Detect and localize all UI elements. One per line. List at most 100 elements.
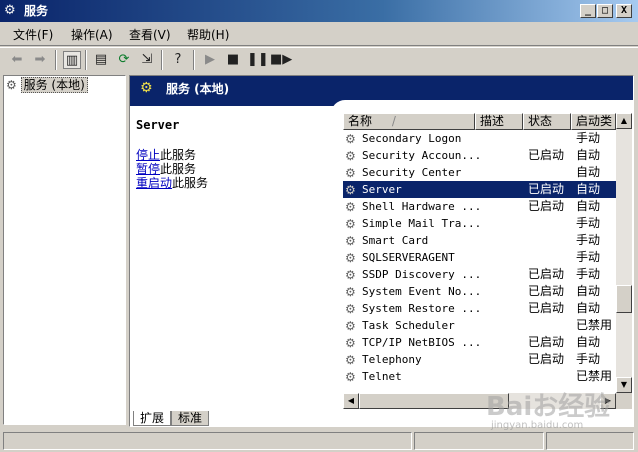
- console-tree: [3, 75, 126, 425]
- service-name-cell: Shell Hardware ...: [362, 200, 482, 213]
- pause-suffix: 此服务: [160, 162, 197, 176]
- scroll-left-arrow-icon[interactable]: ◀: [343, 393, 359, 409]
- scroll-down-arrow-icon[interactable]: ▼: [616, 377, 632, 393]
- service-row[interactable]: ⚙ TCP/IP NetBIOS ... 已启动 自动: [343, 334, 616, 351]
- back-arrow-icon[interactable]: ⬅: [8, 51, 26, 69]
- show-tree-icon[interactable]: ▥: [63, 51, 81, 69]
- column-header-status[interactable]: 状态: [523, 113, 571, 130]
- pause-service-icon[interactable]: ❚❚: [247, 51, 269, 69]
- minimize-button[interactable]: _: [580, 4, 596, 18]
- tree-item-services-local[interactable]: ⚙ 服务 (本地): [6, 77, 88, 93]
- service-gear-icon: ⚙: [345, 234, 356, 248]
- menu-action[interactable]: 操作(A): [71, 27, 113, 43]
- service-name-cell: Security Center: [362, 166, 462, 179]
- tab-standard[interactable]: 标准: [171, 411, 210, 426]
- restart-suffix: 此服务: [172, 176, 209, 190]
- refresh-icon[interactable]: ⟳: [115, 51, 133, 69]
- service-row[interactable]: ⚙ System Restore ... 已启动 自动: [343, 300, 616, 317]
- service-row[interactable]: ⚙ Simple Mail Tra... 手动: [343, 215, 616, 232]
- service-row[interactable]: ⚙ Secondary Logon 手动: [343, 130, 616, 147]
- scroll-up-arrow-icon[interactable]: ▲: [616, 113, 632, 129]
- service-startup-cell: 自动: [576, 148, 601, 162]
- forward-arrow-icon[interactable]: ➡: [31, 51, 49, 69]
- service-name-cell: Server: [362, 183, 402, 196]
- service-name-cell: Telephony: [362, 353, 422, 366]
- service-name-cell: Task Scheduler: [362, 319, 455, 332]
- service-gear-icon: ⚙: [345, 370, 356, 384]
- restart-service-link[interactable]: 重启动: [136, 176, 172, 190]
- service-startup-cell: 自动: [576, 301, 601, 315]
- service-row[interactable]: ⚙ Security Center 自动: [343, 164, 616, 181]
- service-name-cell: SSDP Discovery ...: [362, 268, 482, 281]
- pause-action-line: 暂停此服务: [136, 162, 196, 176]
- service-status-cell: 已启动: [528, 182, 565, 196]
- toolbar-separator: [193, 50, 195, 70]
- services-gear-icon: ⚙: [6, 78, 17, 92]
- service-startup-cell: 手动: [576, 216, 601, 230]
- service-startup-cell: 手动: [576, 233, 601, 247]
- service-status-cell: 已启动: [528, 301, 565, 315]
- pause-service-link[interactable]: 暂停: [136, 162, 160, 176]
- service-row[interactable]: ⚙ Server 已启动 自动: [343, 181, 616, 198]
- service-startup-cell: 自动: [576, 182, 601, 196]
- service-startup-cell: 手动: [576, 352, 601, 366]
- stop-action-line: 停止此服务: [136, 148, 196, 162]
- service-gear-icon: ⚙: [345, 302, 356, 316]
- column-header-name[interactable]: 名称 /: [343, 113, 475, 130]
- service-gear-icon: ⚙: [345, 132, 356, 146]
- service-status-cell: 已启动: [528, 267, 565, 281]
- service-gear-icon: ⚙: [345, 336, 356, 350]
- menu-help[interactable]: 帮助(H): [187, 27, 229, 43]
- service-status-cell: 已启动: [528, 148, 565, 162]
- tab-extended[interactable]: 扩展: [133, 411, 172, 426]
- service-row[interactable]: ⚙ Telnet 已禁用: [343, 368, 616, 385]
- sort-ascending-icon: /: [391, 114, 396, 128]
- service-name-cell: Simple Mail Tra...: [362, 217, 482, 230]
- column-header-description[interactable]: 描述: [475, 113, 523, 130]
- service-row[interactable]: ⚙ Telephony 已启动 手动: [343, 351, 616, 368]
- service-gear-icon: ⚙: [345, 251, 356, 265]
- service-row[interactable]: ⚙ Smart Card 手动: [343, 232, 616, 249]
- service-status-cell: 已启动: [528, 284, 565, 298]
- restart-service-icon[interactable]: ■▶: [270, 51, 292, 69]
- service-row[interactable]: ⚙ Task Scheduler 已禁用: [343, 317, 616, 334]
- service-startup-cell: 已禁用: [576, 318, 613, 332]
- service-name-cell: Telnet: [362, 370, 402, 383]
- service-row[interactable]: ⚙ Shell Hardware ... 已启动 自动: [343, 198, 616, 215]
- help-icon[interactable]: ?: [169, 51, 187, 69]
- properties-icon[interactable]: ▤: [92, 51, 110, 69]
- service-gear-icon: ⚙: [345, 353, 356, 367]
- menu-file[interactable]: 文件(F): [13, 27, 53, 43]
- toolbar-separator: [161, 50, 163, 70]
- selected-service-name: Server: [136, 118, 180, 132]
- service-status-cell: 已启动: [528, 199, 565, 213]
- service-startup-cell: 已禁用: [576, 369, 613, 383]
- vertical-scroll-thumb[interactable]: [616, 285, 632, 313]
- service-row[interactable]: ⚙ Security Accoun... 已启动 自动: [343, 147, 616, 164]
- title-bar[interactable]: [0, 0, 638, 22]
- details-title: 服务 (本地): [166, 82, 230, 96]
- service-gear-icon: ⚙: [345, 268, 356, 282]
- service-status-cell: 已启动: [528, 352, 565, 366]
- service-row[interactable]: ⚙ SQLSERVERAGENT 手动: [343, 249, 616, 266]
- export-list-icon[interactable]: ⇲: [138, 51, 156, 69]
- start-service-icon[interactable]: ▶: [201, 51, 219, 69]
- toolbar-separator: [85, 50, 87, 70]
- close-button[interactable]: X: [616, 4, 632, 18]
- scroll-corner: [616, 393, 632, 409]
- stop-service-icon[interactable]: ■: [224, 51, 242, 69]
- stop-suffix: 此服务: [160, 148, 197, 162]
- service-startup-cell: 手动: [576, 131, 601, 145]
- vertical-scrollbar[interactable]: [616, 113, 632, 393]
- service-name-cell: TCP/IP NetBIOS ...: [362, 336, 482, 349]
- service-gear-icon: ⚙: [345, 149, 356, 163]
- services-gear-icon: ⚙: [140, 80, 153, 96]
- maximize-button[interactable]: □: [597, 4, 613, 18]
- column-header-startup-type[interactable]: 启动类: [571, 113, 616, 130]
- service-row[interactable]: ⚙ System Event No... 已启动 自动: [343, 283, 616, 300]
- service-name-cell: Security Accoun...: [362, 149, 482, 162]
- status-panel-main: [3, 432, 412, 450]
- stop-service-link[interactable]: 停止: [136, 148, 160, 162]
- menu-view[interactable]: 查看(V): [129, 27, 171, 43]
- service-row[interactable]: ⚙ SSDP Discovery ... 已启动 手动: [343, 266, 616, 283]
